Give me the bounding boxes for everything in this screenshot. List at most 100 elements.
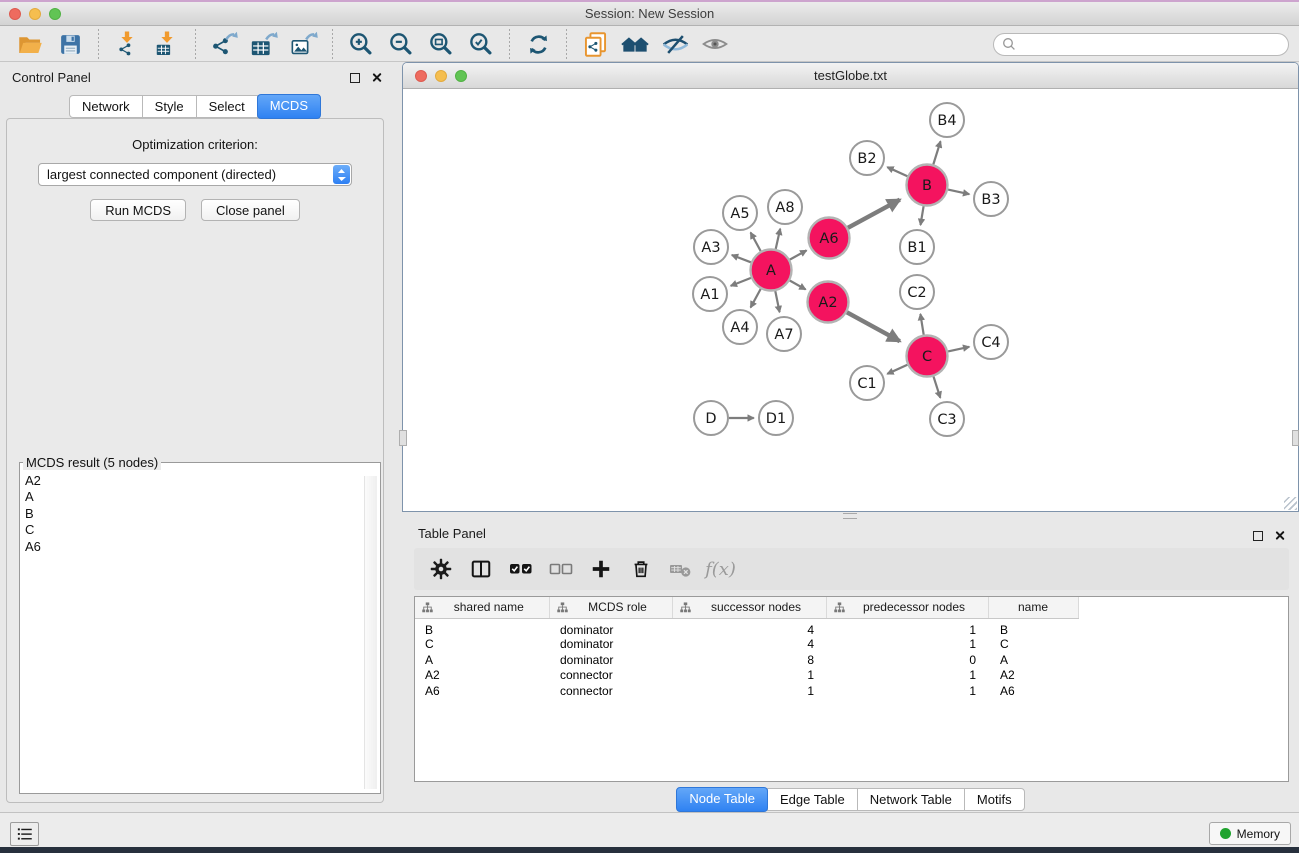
search-input[interactable] xyxy=(1020,37,1280,51)
network-node-A4[interactable]: A4 xyxy=(723,310,757,344)
zoom-in-button[interactable] xyxy=(343,28,379,60)
network-node-B1[interactable]: B1 xyxy=(900,230,934,264)
network-node-C4[interactable]: C4 xyxy=(974,325,1008,359)
dropdown-stepper-icon[interactable] xyxy=(333,165,350,184)
network-node-C[interactable]: C xyxy=(907,336,948,377)
minimize-network-button[interactable] xyxy=(435,70,447,82)
network-node-A7[interactable]: A7 xyxy=(767,317,801,351)
show-all-columns-button[interactable] xyxy=(502,551,539,587)
network-node-B[interactable]: B xyxy=(907,165,948,206)
column-header[interactable]: MCDS role xyxy=(549,597,672,618)
network-node-D[interactable]: D xyxy=(694,401,728,435)
table-cell[interactable]: 4 xyxy=(672,618,826,637)
network-node-D1[interactable]: D1 xyxy=(759,401,793,435)
network-node-B2[interactable]: B2 xyxy=(850,141,884,175)
network-node-C1[interactable]: C1 xyxy=(850,366,884,400)
table-cell[interactable]: A xyxy=(415,652,549,668)
network-edge-A-A2[interactable] xyxy=(790,281,806,290)
show-preview-button[interactable] xyxy=(697,28,733,60)
table-cell[interactable]: 4 xyxy=(672,637,826,653)
table-cell[interactable]: A6 xyxy=(415,683,549,699)
refresh-button[interactable] xyxy=(520,28,556,60)
table-cell[interactable]: 1 xyxy=(826,683,988,699)
function-builder-button[interactable]: f(x) xyxy=(702,551,739,587)
tab-edge-table[interactable]: Edge Table xyxy=(767,788,858,811)
network-edge-C-C1[interactable] xyxy=(887,365,907,374)
column-header[interactable]: predecessor nodes xyxy=(826,597,988,618)
mcds-result-item[interactable]: A2 xyxy=(25,473,376,489)
network-edge-A-A3[interactable] xyxy=(732,255,751,262)
float-table-panel-icon[interactable] xyxy=(1253,531,1263,541)
network-node-C3[interactable]: C3 xyxy=(930,402,964,436)
table-cell[interactable]: 8 xyxy=(672,652,826,668)
close-table-panel-icon[interactable] xyxy=(1274,530,1285,541)
hide-all-columns-button[interactable] xyxy=(542,551,579,587)
tab-node-table[interactable]: Node Table xyxy=(676,787,768,812)
network-edge-C-C2[interactable] xyxy=(920,314,923,335)
copy-network-button[interactable] xyxy=(577,28,613,60)
run-mcds-button[interactable]: Run MCDS xyxy=(90,199,186,221)
task-history-button[interactable] xyxy=(10,822,39,846)
network-edge-A-A7[interactable] xyxy=(775,291,779,312)
network-node-A[interactable]: A xyxy=(751,250,792,291)
export-image-button[interactable] xyxy=(286,28,322,60)
close-window-button[interactable] xyxy=(9,8,21,20)
column-header[interactable]: shared name xyxy=(415,597,549,618)
table-cell[interactable]: B xyxy=(988,618,1078,637)
table-cell[interactable]: A xyxy=(988,652,1078,668)
network-node-A1[interactable]: A1 xyxy=(693,277,727,311)
network-node-A8[interactable]: A8 xyxy=(768,190,802,224)
mcds-result-item[interactable]: A6 xyxy=(25,539,376,555)
tab-network-table[interactable]: Network Table xyxy=(857,788,965,811)
tab-network[interactable]: Network xyxy=(69,95,143,118)
network-edge-A-A8[interactable] xyxy=(776,229,781,249)
delete-table-button[interactable] xyxy=(662,551,699,587)
mcds-result-item[interactable]: A xyxy=(25,489,376,505)
network-edge-C-C3[interactable] xyxy=(934,377,941,398)
home-view-button[interactable] xyxy=(617,28,653,60)
close-network-button[interactable] xyxy=(415,70,427,82)
toggle-columns-button[interactable] xyxy=(462,551,499,587)
network-edge-B-B4[interactable] xyxy=(933,141,940,164)
mcds-result-item[interactable]: B xyxy=(25,506,376,522)
table-cell[interactable]: C xyxy=(988,637,1078,653)
window-resize-grip[interactable] xyxy=(1284,497,1297,510)
minimize-window-button[interactable] xyxy=(29,8,41,20)
import-table-button[interactable] xyxy=(149,28,185,60)
network-node-B3[interactable]: B3 xyxy=(974,182,1008,216)
table-cell[interactable]: 1 xyxy=(672,683,826,699)
left-splitter-grip[interactable] xyxy=(399,430,407,446)
table-settings-button[interactable] xyxy=(422,551,459,587)
table-cell[interactable]: A2 xyxy=(415,668,549,684)
right-splitter-grip[interactable] xyxy=(1292,430,1299,446)
close-panel-icon[interactable] xyxy=(371,72,382,83)
network-edge-A6-B[interactable] xyxy=(848,200,900,228)
export-table-button[interactable] xyxy=(246,28,282,60)
network-edge-A-A1[interactable] xyxy=(731,278,751,286)
network-node-A3[interactable]: A3 xyxy=(694,230,728,264)
save-session-button[interactable] xyxy=(52,28,88,60)
tab-style[interactable]: Style xyxy=(142,95,197,118)
float-panel-icon[interactable] xyxy=(350,73,360,83)
import-network-button[interactable] xyxy=(109,28,145,60)
column-header[interactable]: successor nodes xyxy=(672,597,826,618)
zoom-selected-button[interactable] xyxy=(463,28,499,60)
table-cell[interactable]: dominator xyxy=(549,652,672,668)
table-cell[interactable]: C xyxy=(415,637,549,653)
network-node-B4[interactable]: B4 xyxy=(930,103,964,137)
search-box[interactable] xyxy=(993,33,1289,56)
close-panel-button[interactable]: Close panel xyxy=(201,199,300,221)
network-edge-B-B1[interactable] xyxy=(921,206,924,225)
table-cell[interactable]: connector xyxy=(549,683,672,699)
delete-column-button[interactable] xyxy=(622,551,659,587)
network-node-A6[interactable]: A6 xyxy=(809,218,850,259)
table-cell[interactable]: connector xyxy=(549,668,672,684)
column-header[interactable]: name xyxy=(988,597,1078,618)
network-edge-A-A6[interactable] xyxy=(790,250,807,259)
zoom-out-button[interactable] xyxy=(383,28,419,60)
export-network-button[interactable] xyxy=(206,28,242,60)
zoom-fit-button[interactable] xyxy=(423,28,459,60)
table-cell[interactable]: 1 xyxy=(826,637,988,653)
table-cell[interactable]: 1 xyxy=(826,668,988,684)
mcds-result-item[interactable]: C xyxy=(25,522,376,538)
